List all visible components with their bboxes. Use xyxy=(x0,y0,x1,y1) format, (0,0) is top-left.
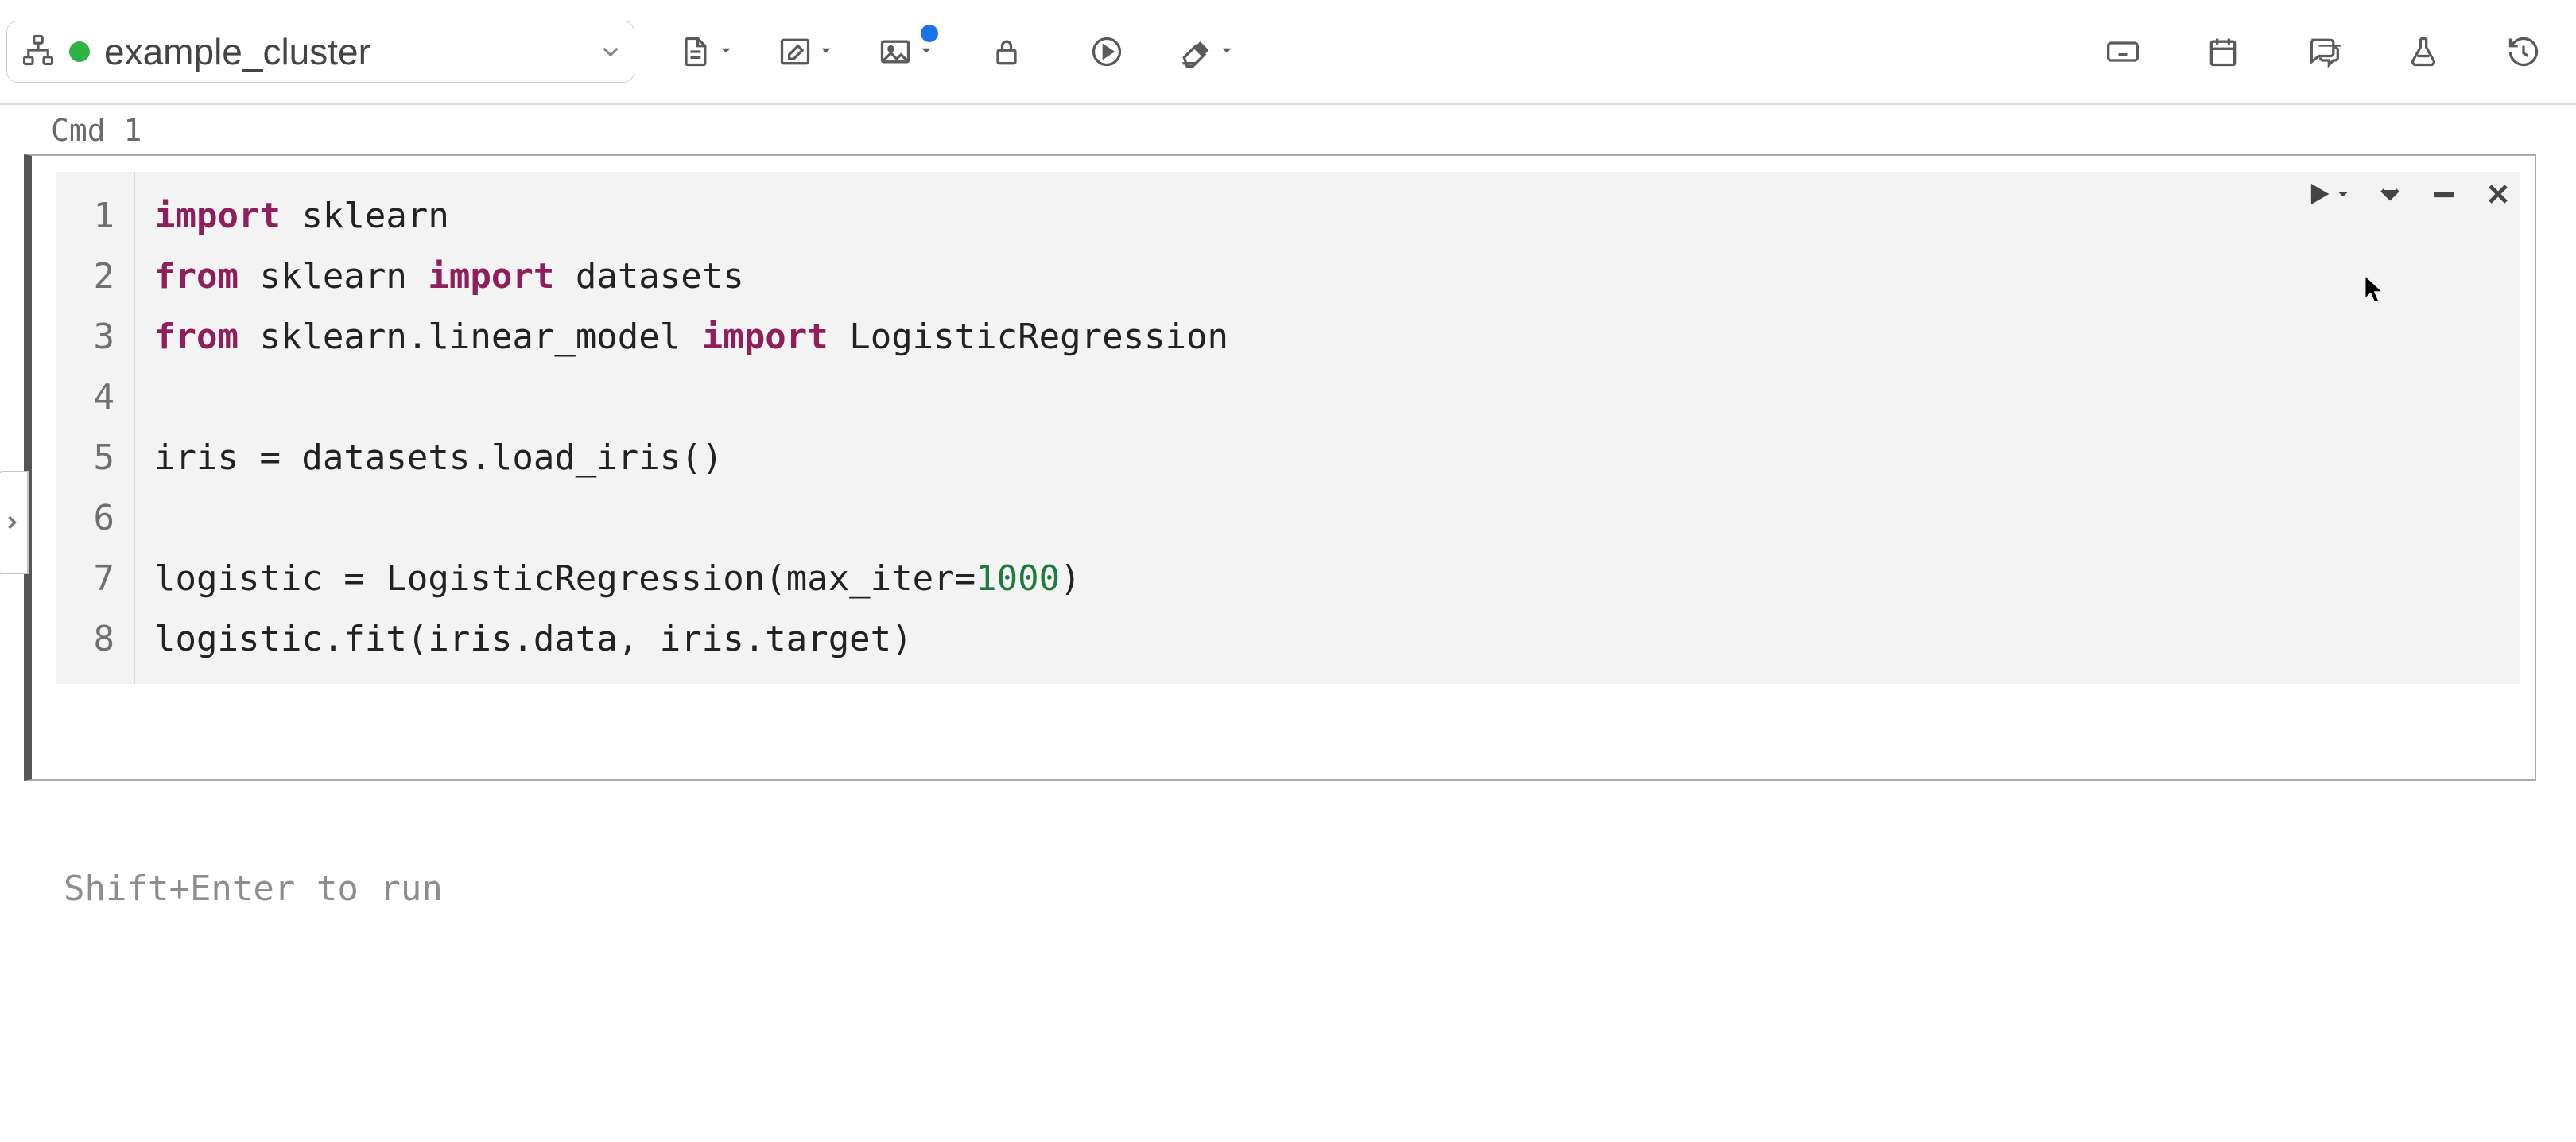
cluster-menu-toggle[interactable] xyxy=(584,28,624,76)
cell-label: Cmd 1 xyxy=(24,105,2536,154)
comments-button[interactable] xyxy=(2295,23,2352,80)
experiments-button[interactable] xyxy=(2395,23,2452,80)
run-cell-button[interactable] xyxy=(2302,178,2352,210)
code-cell: 12345678 import sklearn from sklearn imp… xyxy=(24,154,2536,781)
expand-below-button[interactable] xyxy=(2374,178,2406,210)
cluster-name: example_cluster xyxy=(104,30,370,73)
keyboard-shortcuts-button[interactable] xyxy=(2094,23,2151,80)
cluster-status-dot xyxy=(69,41,90,62)
hierarchy-icon xyxy=(21,33,55,70)
run-all-button[interactable] xyxy=(1078,23,1135,80)
delete-cell-button[interactable] xyxy=(2482,178,2514,210)
cell-toolbar xyxy=(2302,178,2514,210)
line-gutter: 12345678 xyxy=(56,172,135,684)
side-expand-handle[interactable] xyxy=(0,471,29,574)
file-menu[interactable] xyxy=(677,23,735,80)
notification-dot xyxy=(921,25,938,42)
chevron-down-icon xyxy=(918,41,935,62)
cluster-selector[interactable]: example_cluster xyxy=(6,21,634,83)
chevron-down-icon xyxy=(817,41,835,62)
chevron-down-icon xyxy=(1218,41,1236,62)
notebook-toolbar: example_cluster xyxy=(0,0,2576,105)
clear-menu[interactable] xyxy=(1178,23,1236,80)
run-hint: Shift+Enter to run xyxy=(0,781,2576,909)
chevron-down-icon xyxy=(717,41,735,62)
minimize-cell-button[interactable] xyxy=(2428,178,2460,210)
permissions-button[interactable] xyxy=(978,23,1035,80)
revision-history-button[interactable] xyxy=(2495,23,2552,80)
schedule-button[interactable] xyxy=(2194,23,2252,80)
edit-menu[interactable] xyxy=(778,23,835,80)
code-content[interactable]: import sklearn from sklearn import datas… xyxy=(135,172,2520,684)
image-menu[interactable] xyxy=(878,23,935,80)
code-editor[interactable]: 12345678 import sklearn from sklearn imp… xyxy=(56,172,2520,684)
